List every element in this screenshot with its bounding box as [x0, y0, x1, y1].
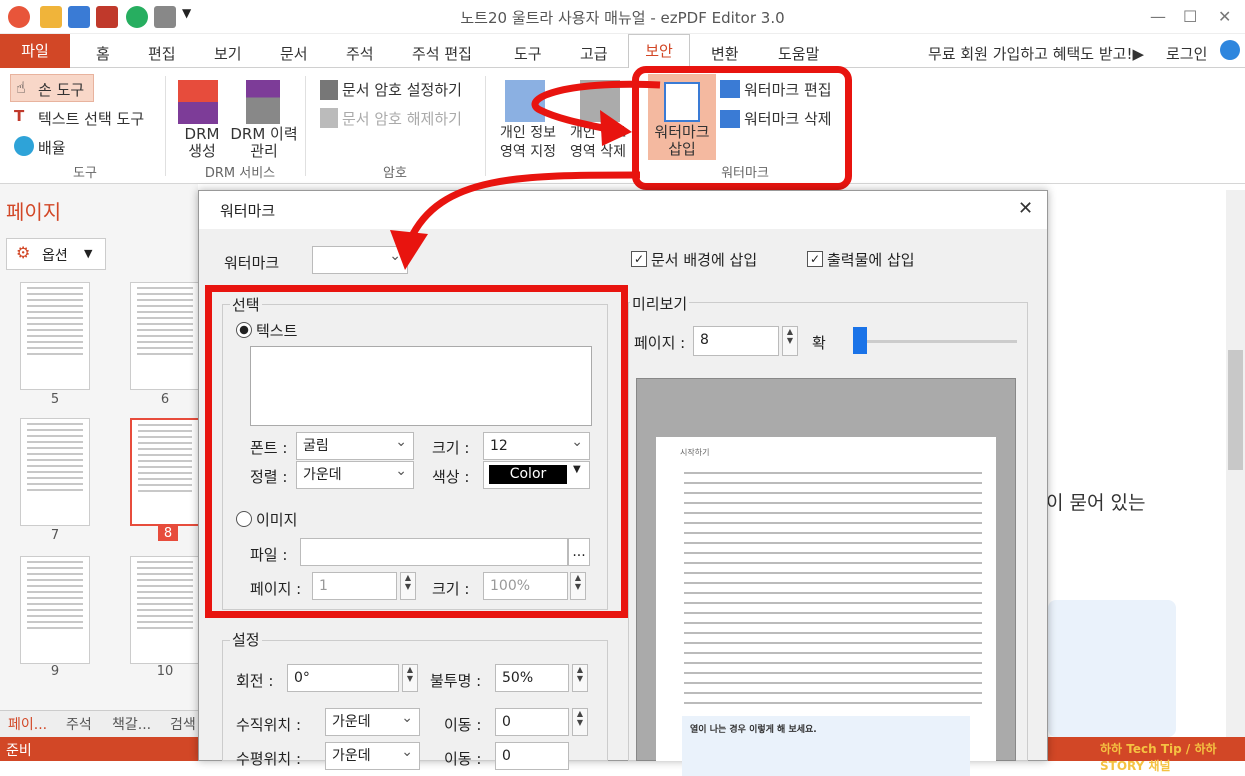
annotation-arrow [390, 80, 661, 270]
